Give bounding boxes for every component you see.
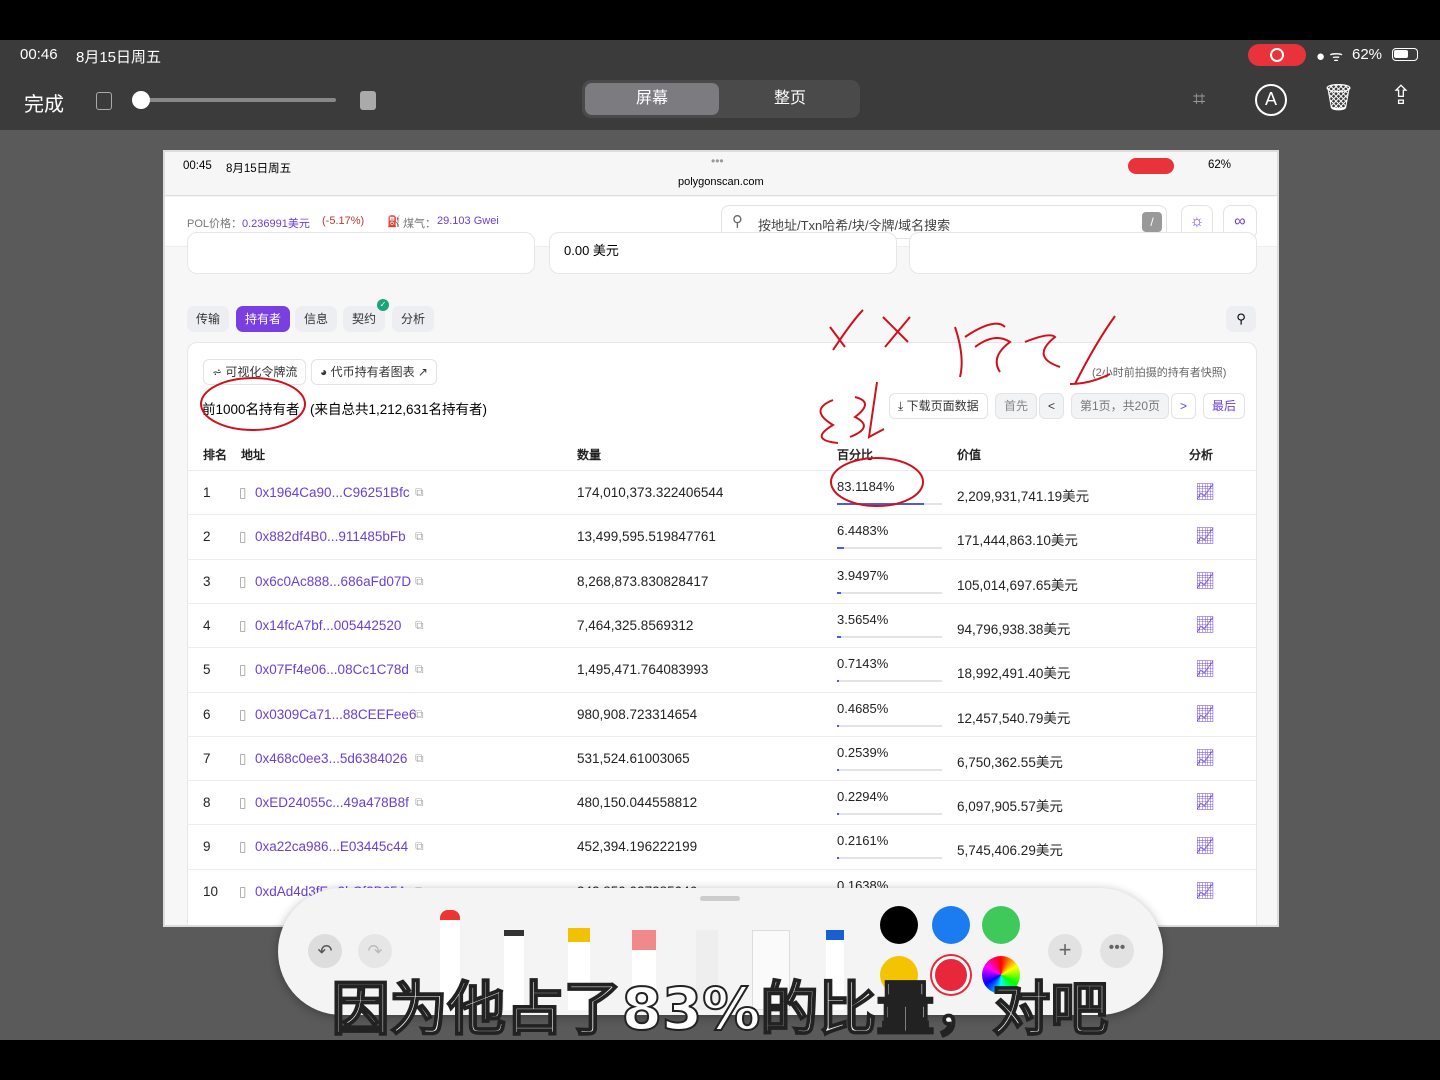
palette-grabber[interactable] <box>700 896 740 901</box>
color-blue[interactable] <box>932 906 970 944</box>
markup-pen-icon[interactable]: A <box>1255 84 1287 116</box>
tab-screen[interactable]: 屏幕 <box>585 83 719 115</box>
battery-level: 62% <box>1352 46 1383 63</box>
trash-icon[interactable]: 🗑 <box>1322 82 1355 113</box>
circle-annotation-83pct <box>830 457 924 507</box>
battery-icon <box>1392 48 1418 61</box>
color-black[interactable] <box>880 906 918 944</box>
opacity-max-icon <box>360 91 376 110</box>
handwriting-83 <box>819 381 885 444</box>
crop-icon[interactable]: ⌗ <box>1193 86 1205 112</box>
capture-mode-segmented: 屏幕 整页 <box>582 80 860 118</box>
screenshot-page: 00:45 8月15日周五 ••• polygonscan.com 62% PO… <box>163 150 1279 927</box>
recording-indicator[interactable] <box>1248 44 1306 66</box>
handwriting-2 <box>954 315 1116 385</box>
color-green[interactable] <box>982 906 1020 944</box>
circle-annotation-top1000 <box>200 377 306 431</box>
tab-full-page[interactable]: 整页 <box>723 83 857 115</box>
video-subtitle: 因为他占了83%的比量，对吧 <box>331 974 1110 1044</box>
wifi-icon: ● ᯤ <box>1316 48 1343 65</box>
handwritten-annotations <box>200 309 1116 507</box>
status-time: 00:46 <box>20 46 58 63</box>
handwriting-1 <box>829 309 911 351</box>
done-button[interactable]: 完成 <box>24 88 64 117</box>
opacity-slider[interactable] <box>132 91 336 109</box>
status-date: 8月15日周五 <box>76 49 162 66</box>
opacity-min-icon <box>96 92 112 110</box>
share-icon[interactable]: ⇪ <box>1390 80 1412 111</box>
